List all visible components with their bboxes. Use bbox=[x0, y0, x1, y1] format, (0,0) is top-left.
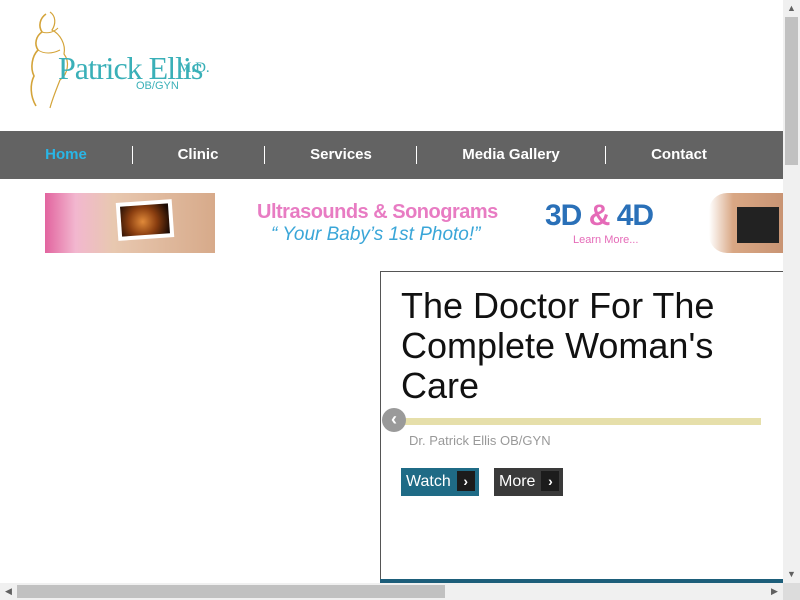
nav-separator bbox=[605, 146, 606, 164]
banner-amp: & bbox=[588, 199, 611, 232]
more-button[interactable]: More › bbox=[494, 468, 564, 496]
nav-item-clinic[interactable]: Clinic bbox=[160, 131, 236, 179]
banner-photo-right bbox=[709, 193, 783, 253]
banner-3d-text: 3D bbox=[545, 199, 582, 232]
main-nav: Home Clinic Services Media Gallery Conta… bbox=[0, 131, 783, 179]
hero-slide: The Doctor For The Complete Woman's Care… bbox=[380, 271, 783, 583]
vertical-scrollbar[interactable]: ▲ ▼ bbox=[783, 0, 800, 583]
watch-button-label: Watch bbox=[406, 473, 451, 490]
nav-separator bbox=[264, 146, 265, 164]
banner-4d-text: 4D bbox=[616, 199, 654, 232]
scroll-up-arrow-icon[interactable]: ▲ bbox=[783, 0, 800, 17]
banner-photo-pregnant-belly bbox=[45, 193, 215, 253]
page-viewport: Patrick Ellis M.D. OB/GYN Home Clinic Se… bbox=[0, 0, 783, 583]
banner-3d-4d: 3D & 4D bbox=[545, 199, 654, 233]
scrollbar-corner bbox=[783, 583, 800, 600]
nav-item-services[interactable]: Services bbox=[296, 131, 386, 179]
chevron-right-icon: › bbox=[541, 470, 560, 491]
banner-learn-more-link[interactable]: Learn More... bbox=[573, 234, 638, 246]
site-logo[interactable]: Patrick Ellis M.D. OB/GYN bbox=[22, 10, 222, 110]
chevron-left-icon: ‹ bbox=[391, 409, 397, 429]
scroll-left-arrow-icon[interactable]: ◀ bbox=[0, 583, 17, 600]
horizontal-scroll-thumb[interactable] bbox=[17, 585, 445, 598]
slide-divider bbox=[401, 418, 761, 425]
slide-heading: The Doctor For The Complete Woman's Care bbox=[401, 285, 715, 406]
ultrasound-photo-right-image bbox=[737, 207, 779, 243]
more-button-label: More bbox=[499, 473, 536, 490]
nav-separator bbox=[416, 146, 417, 164]
ultrasound-photo-image bbox=[115, 199, 175, 241]
nav-item-home[interactable]: Home bbox=[30, 131, 102, 179]
logo-suffix: M.D. bbox=[178, 60, 210, 76]
scroll-right-arrow-icon[interactable]: ▶ bbox=[766, 583, 783, 600]
slide-subtitle: Dr. Patrick Ellis OB/GYN bbox=[409, 433, 551, 448]
horizontal-scrollbar[interactable]: ◀ ▶ bbox=[0, 583, 783, 600]
chevron-right-icon: › bbox=[456, 470, 475, 491]
slide-prev-button[interactable]: ‹ bbox=[382, 408, 406, 432]
vertical-scroll-thumb[interactable] bbox=[785, 17, 798, 165]
nav-item-media-gallery[interactable]: Media Gallery bbox=[450, 131, 572, 179]
ultrasound-banner[interactable]: Ultrasounds & Sonograms “ Your Baby’s 1s… bbox=[45, 193, 783, 253]
scroll-down-arrow-icon[interactable]: ▼ bbox=[783, 566, 800, 583]
watch-button[interactable]: Watch › bbox=[401, 468, 479, 496]
banner-title: Ultrasounds & Sonograms bbox=[257, 201, 498, 223]
banner-tagline: “ Your Baby’s 1st Photo!” bbox=[271, 224, 481, 245]
logo-subtitle: OB/GYN bbox=[136, 80, 179, 92]
nav-item-contact[interactable]: Contact bbox=[636, 131, 722, 179]
nav-separator bbox=[132, 146, 133, 164]
